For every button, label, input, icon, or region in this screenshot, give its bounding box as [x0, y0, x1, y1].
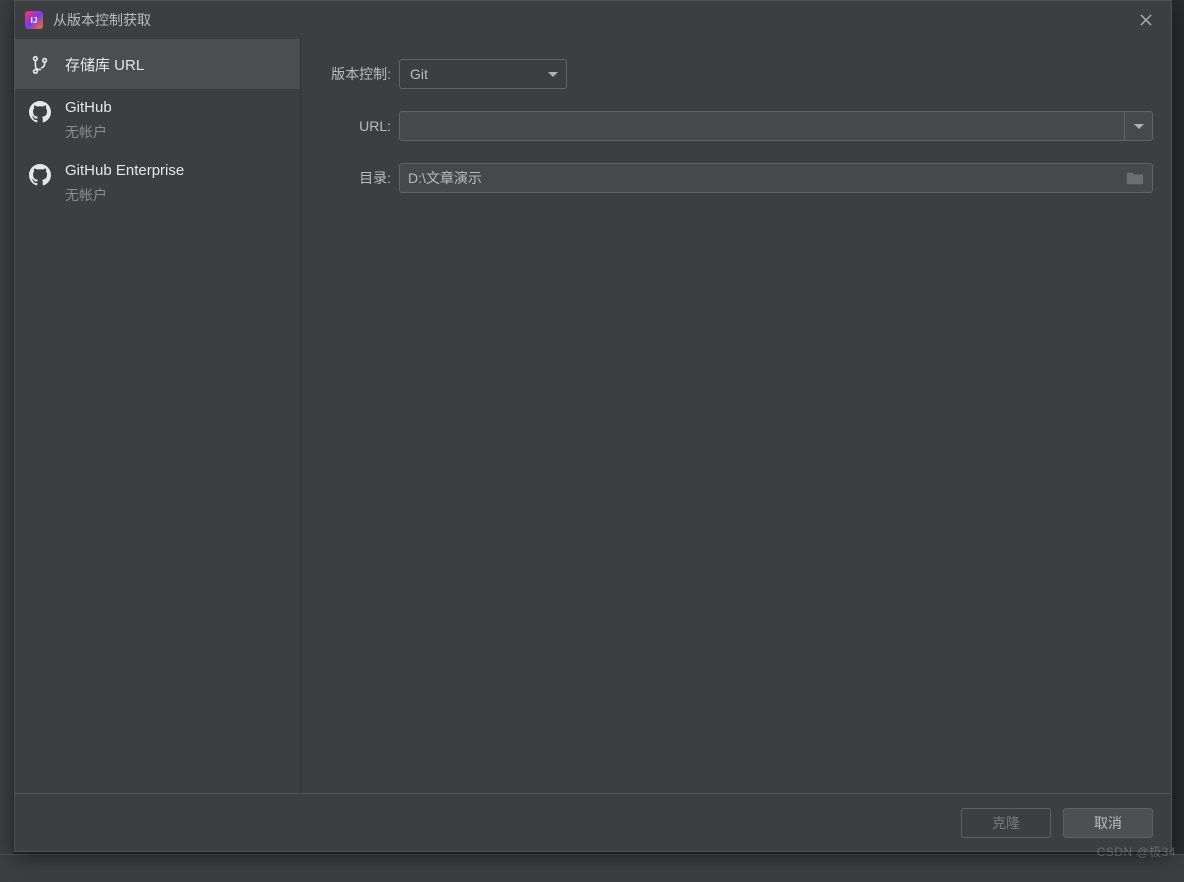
dialog-body: 存储库 URL GitHub 无帐户 GitHub Enterprise [15, 39, 1171, 793]
directory-row: 目录: [319, 163, 1153, 193]
sidebar-item-github[interactable]: GitHub 无帐户 [15, 89, 300, 152]
url-label: URL: [319, 118, 391, 134]
get-from-vcs-dialog: 从版本控制获取 存储库 URL GitHub 无帐户 [14, 0, 1172, 852]
directory-label: 目录: [319, 168, 391, 188]
sidebar-item-repository-url[interactable]: 存储库 URL [15, 39, 300, 89]
dialog-titlebar: 从版本控制获取 [15, 1, 1171, 39]
url-history-toggle[interactable] [1124, 112, 1152, 140]
vcs-row: 版本控制: Git [319, 59, 1153, 89]
vcs-select[interactable]: Git [399, 59, 567, 89]
vcs-source-sidebar: 存储库 URL GitHub 无帐户 GitHub Enterprise [15, 39, 301, 793]
vcs-label: 版本控制: [319, 64, 391, 84]
url-input[interactable] [408, 118, 1124, 134]
sidebar-item-label: GitHub [65, 99, 112, 116]
github-icon [29, 164, 51, 186]
directory-input[interactable] [408, 170, 1126, 186]
dialog-title: 从版本控制获取 [53, 10, 1131, 30]
vcs-select-value: Git [410, 66, 428, 82]
clone-button[interactable]: 克隆 [961, 808, 1051, 838]
branch-icon [29, 54, 51, 76]
ide-editor-edge [1172, 0, 1184, 882]
sidebar-item-github-enterprise[interactable]: GitHub Enterprise 无帐户 [15, 152, 300, 215]
sidebar-item-sublabel: 无帐户 [65, 122, 112, 142]
chevron-down-icon [1134, 124, 1144, 129]
cancel-button[interactable]: 取消 [1063, 808, 1153, 838]
chevron-down-icon [548, 72, 558, 77]
sidebar-item-label: GitHub Enterprise [65, 162, 184, 179]
ide-statusbar [0, 854, 1184, 882]
sidebar-item-sublabel: 无帐户 [65, 185, 184, 205]
main-form: 版本控制: Git URL: 目录: [301, 39, 1171, 793]
browse-folder-icon[interactable] [1126, 170, 1144, 186]
sidebar-item-label: 存储库 URL [65, 54, 144, 75]
url-row: URL: [319, 111, 1153, 141]
github-icon [29, 101, 51, 123]
directory-input-wrap[interactable] [399, 163, 1153, 193]
intellij-icon [25, 11, 43, 29]
dialog-footer: 克隆 取消 [15, 793, 1171, 851]
close-icon [1140, 14, 1152, 26]
url-combo[interactable] [399, 111, 1153, 141]
ide-gutter [0, 0, 14, 882]
close-button[interactable] [1131, 5, 1161, 35]
